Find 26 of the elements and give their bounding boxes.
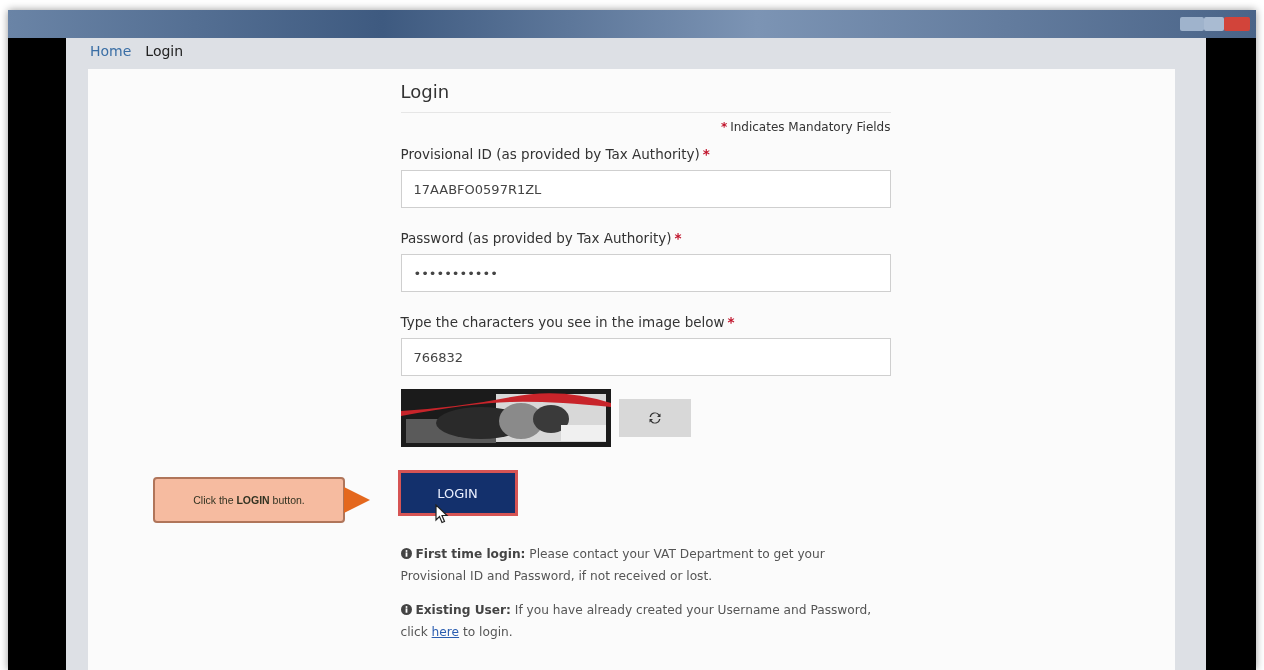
input-field[interactable]: 766832 [400,338,891,376]
required-mark: * [702,146,710,162]
refresh-button[interactable] [618,399,691,437]
callout-pointer-icon [344,487,370,513]
field-label: Provisional ID (as provided by Tax Authority) [400,146,700,162]
required-mark: * [720,120,728,134]
refresh-icon [648,412,661,424]
required-mark: * [727,314,735,330]
field-label: Type the characters you see in the image below [400,314,725,330]
field-label: Password (as provided by Tax Authority) [400,230,672,246]
form-title: Login [400,81,891,113]
callout-text: Click the LOGIN button. [193,494,305,506]
mandatory-note: Indicates Mandatory Fields [730,120,891,134]
breadcrumb-current: Login [145,43,184,59]
info-icon [400,548,412,559]
info-icon [400,604,412,615]
cursor-icon [434,504,449,524]
info-text: First time login: Please contact your VAT Department to get your Provisional ID and Password, if not received or lost. [400,546,826,585]
breadcrumb-link[interactable]: Home [90,43,132,59]
window-controls-icon[interactable] [1180,16,1250,32]
required-mark: * [674,230,682,246]
input-field[interactable]: 17AABFO0597R1ZL [400,170,891,208]
login-button[interactable]: LOGIN [397,470,518,516]
here-link[interactable]: here [431,625,460,639]
input-field[interactable]: ••••••••••• [400,254,891,292]
info-text: Existing User: If you have already created your Username and Password, click here to login. [400,602,873,641]
